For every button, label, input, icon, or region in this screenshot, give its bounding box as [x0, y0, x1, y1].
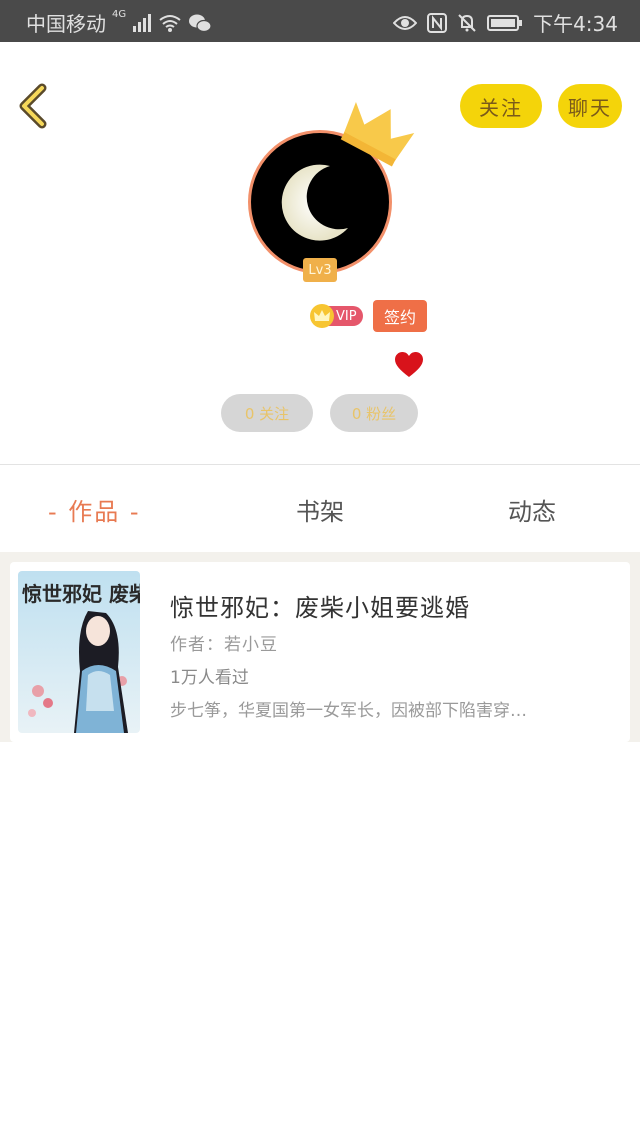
heart-icon [395, 352, 423, 377]
signed-badge: 签约 [373, 300, 427, 332]
signal-icon [132, 13, 152, 32]
wifi-icon [158, 14, 182, 32]
book-title: 惊世邪妃：废柴小姐要逃婚 [170, 594, 470, 622]
status-right: 下午4:34 [393, 8, 618, 37]
fans-count[interactable]: 0 粉丝 [330, 394, 418, 432]
level-badge: Lv3 [303, 258, 337, 282]
tab-works[interactable]: - 作品 - [48, 492, 141, 527]
tab-bookshelf[interactable]: 书架 [296, 492, 344, 527]
vip-crown-icon [310, 304, 334, 328]
eye-icon [393, 15, 418, 31]
cover-title-text: 惊世邪妃 废柴小姐 [22, 582, 140, 606]
tab-activity[interactable]: 动态 [508, 492, 556, 527]
nfc-icon [427, 12, 448, 33]
book-cover-image: 惊世邪妃 废柴小姐 [18, 571, 140, 733]
following-count[interactable]: 0 关注 [221, 394, 313, 432]
follow-button[interactable]: 关注 [460, 84, 542, 128]
carrier-label: 中国移动 [26, 12, 106, 36]
chat-button[interactable]: 聊天 [558, 84, 622, 128]
book-views: 1万人看过 [170, 668, 249, 688]
clock: 下午4:34 [533, 12, 618, 36]
crown-icon [340, 102, 415, 167]
battery-icon [487, 14, 523, 32]
profile-tabs: - 作品 - 书架 动态 [0, 466, 640, 552]
network-type: 4G [112, 9, 127, 20]
status-left: 中国移动 4G [26, 8, 212, 37]
chevron-left-icon [19, 83, 47, 129]
vip-badge: VIP [310, 304, 363, 328]
mute-icon [457, 13, 477, 33]
book-description: 步七筝，华夏国第一女军长，因被部下陷害穿… [170, 701, 527, 721]
divider [0, 464, 640, 465]
wechat-icon [188, 13, 212, 33]
status-bar: 中国移动 4G 下午4:34 [0, 0, 640, 42]
list-item[interactable]: 惊世邪妃 废柴小姐 惊世邪妃：废柴小姐要逃婚 作者：若小豆 1万人看过 步七筝，… [10, 562, 630, 742]
book-author: 作者：若小豆 [170, 635, 278, 655]
back-button[interactable] [14, 82, 58, 130]
